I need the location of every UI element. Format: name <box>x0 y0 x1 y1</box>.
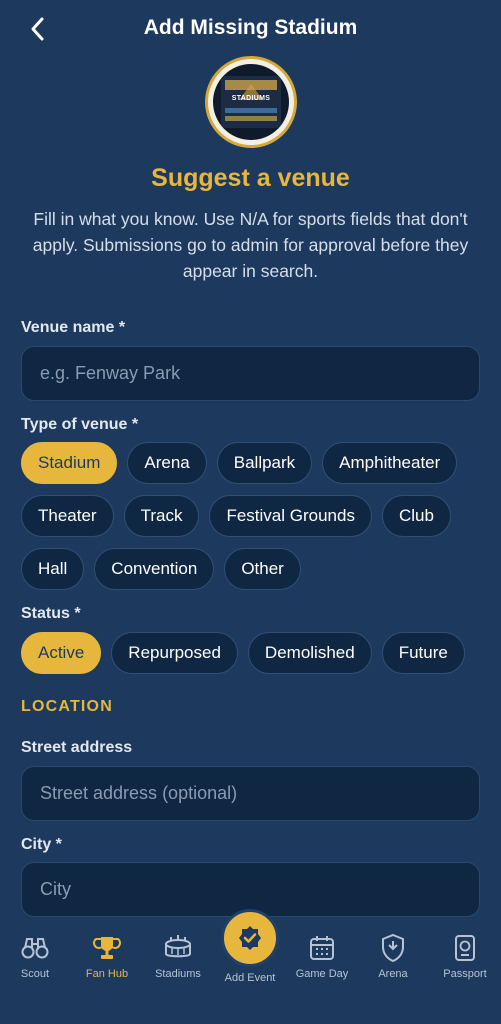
type-chip-club[interactable]: Club <box>381 495 451 537</box>
nav-label-scout: Scout <box>20 968 50 980</box>
nav-label-arena: Arena <box>378 968 408 980</box>
venue-type-label: Type of venue * <box>21 416 139 433</box>
stadium-icon <box>165 935 191 958</box>
status-label: Status * <box>21 605 81 622</box>
app-logo: STADIUMS <box>205 56 297 148</box>
venue-type-row-2: Theater Track Festival Grounds Club <box>21 495 451 537</box>
type-chip-amphitheater[interactable]: Amphitheater <box>322 442 458 484</box>
status-chip-demolished[interactable]: Demolished <box>247 632 372 674</box>
nav-game-day[interactable]: Game Day <box>287 932 357 980</box>
status-chip-repurposed[interactable]: Repurposed <box>111 632 238 674</box>
type-chip-hall[interactable]: Hall <box>21 548 85 590</box>
type-chip-stadium[interactable]: Stadium <box>21 442 118 484</box>
header: Add Missing Stadium <box>0 0 501 58</box>
nav-label-add-event: Add Event <box>224 972 276 984</box>
logo-wordmark: STADIUMS <box>231 95 271 102</box>
venue-name-input[interactable] <box>21 346 480 401</box>
nav-fan-hub[interactable]: Fan Hub <box>72 932 142 980</box>
logo-emblem: STADIUMS <box>213 64 289 140</box>
location-section-title: LOCATION <box>21 698 113 715</box>
type-chip-other[interactable]: Other <box>224 548 301 590</box>
status-chip-active[interactable]: Active <box>21 632 102 674</box>
type-chip-theater[interactable]: Theater <box>21 495 114 537</box>
type-chip-arena[interactable]: Arena <box>127 442 207 484</box>
type-chip-ballpark[interactable]: Ballpark <box>216 442 313 484</box>
venue-name-label: Venue name * <box>21 319 126 336</box>
binoculars-icon <box>21 938 49 959</box>
nav-label-game-day: Game Day <box>295 968 349 980</box>
check-badge-icon <box>239 926 261 950</box>
status-chip-future[interactable]: Future <box>381 632 465 674</box>
status-row: Active Repurposed Demolished Future <box>21 632 465 674</box>
type-chip-festival-grounds[interactable]: Festival Grounds <box>209 495 372 537</box>
bottom-nav: Scout Fan Hub Stadiums Add Event Game Da… <box>0 909 501 1024</box>
venue-type-row-1: Stadium Arena Ballpark Amphitheater <box>21 442 458 484</box>
page-title: Add Missing Stadium <box>143 16 358 39</box>
nav-label-passport: Passport <box>443 968 487 980</box>
shield-icon <box>382 933 404 963</box>
intro-description: Fill in what you know. Use N/A for sport… <box>32 209 469 281</box>
nav-scout[interactable]: Scout <box>0 932 70 980</box>
passport-icon <box>455 935 475 961</box>
nav-arena[interactable]: Arena <box>358 932 428 980</box>
nav-passport[interactable]: Passport <box>430 932 500 980</box>
add-event-button[interactable] <box>221 909 279 967</box>
section-heading: Suggest a venue <box>151 164 350 192</box>
venue-type-row-3: Hall Convention Other <box>21 548 301 590</box>
type-chip-convention[interactable]: Convention <box>94 548 215 590</box>
type-chip-track[interactable]: Track <box>123 495 200 537</box>
street-address-input[interactable] <box>21 766 480 821</box>
trophy-icon <box>93 937 121 959</box>
stadium-emblem-graphic <box>221 76 281 128</box>
city-label: City * <box>21 836 62 853</box>
calendar-icon <box>310 936 334 960</box>
nav-label-fan-hub: Fan Hub <box>85 968 129 980</box>
street-address-label: Street address <box>21 739 133 756</box>
